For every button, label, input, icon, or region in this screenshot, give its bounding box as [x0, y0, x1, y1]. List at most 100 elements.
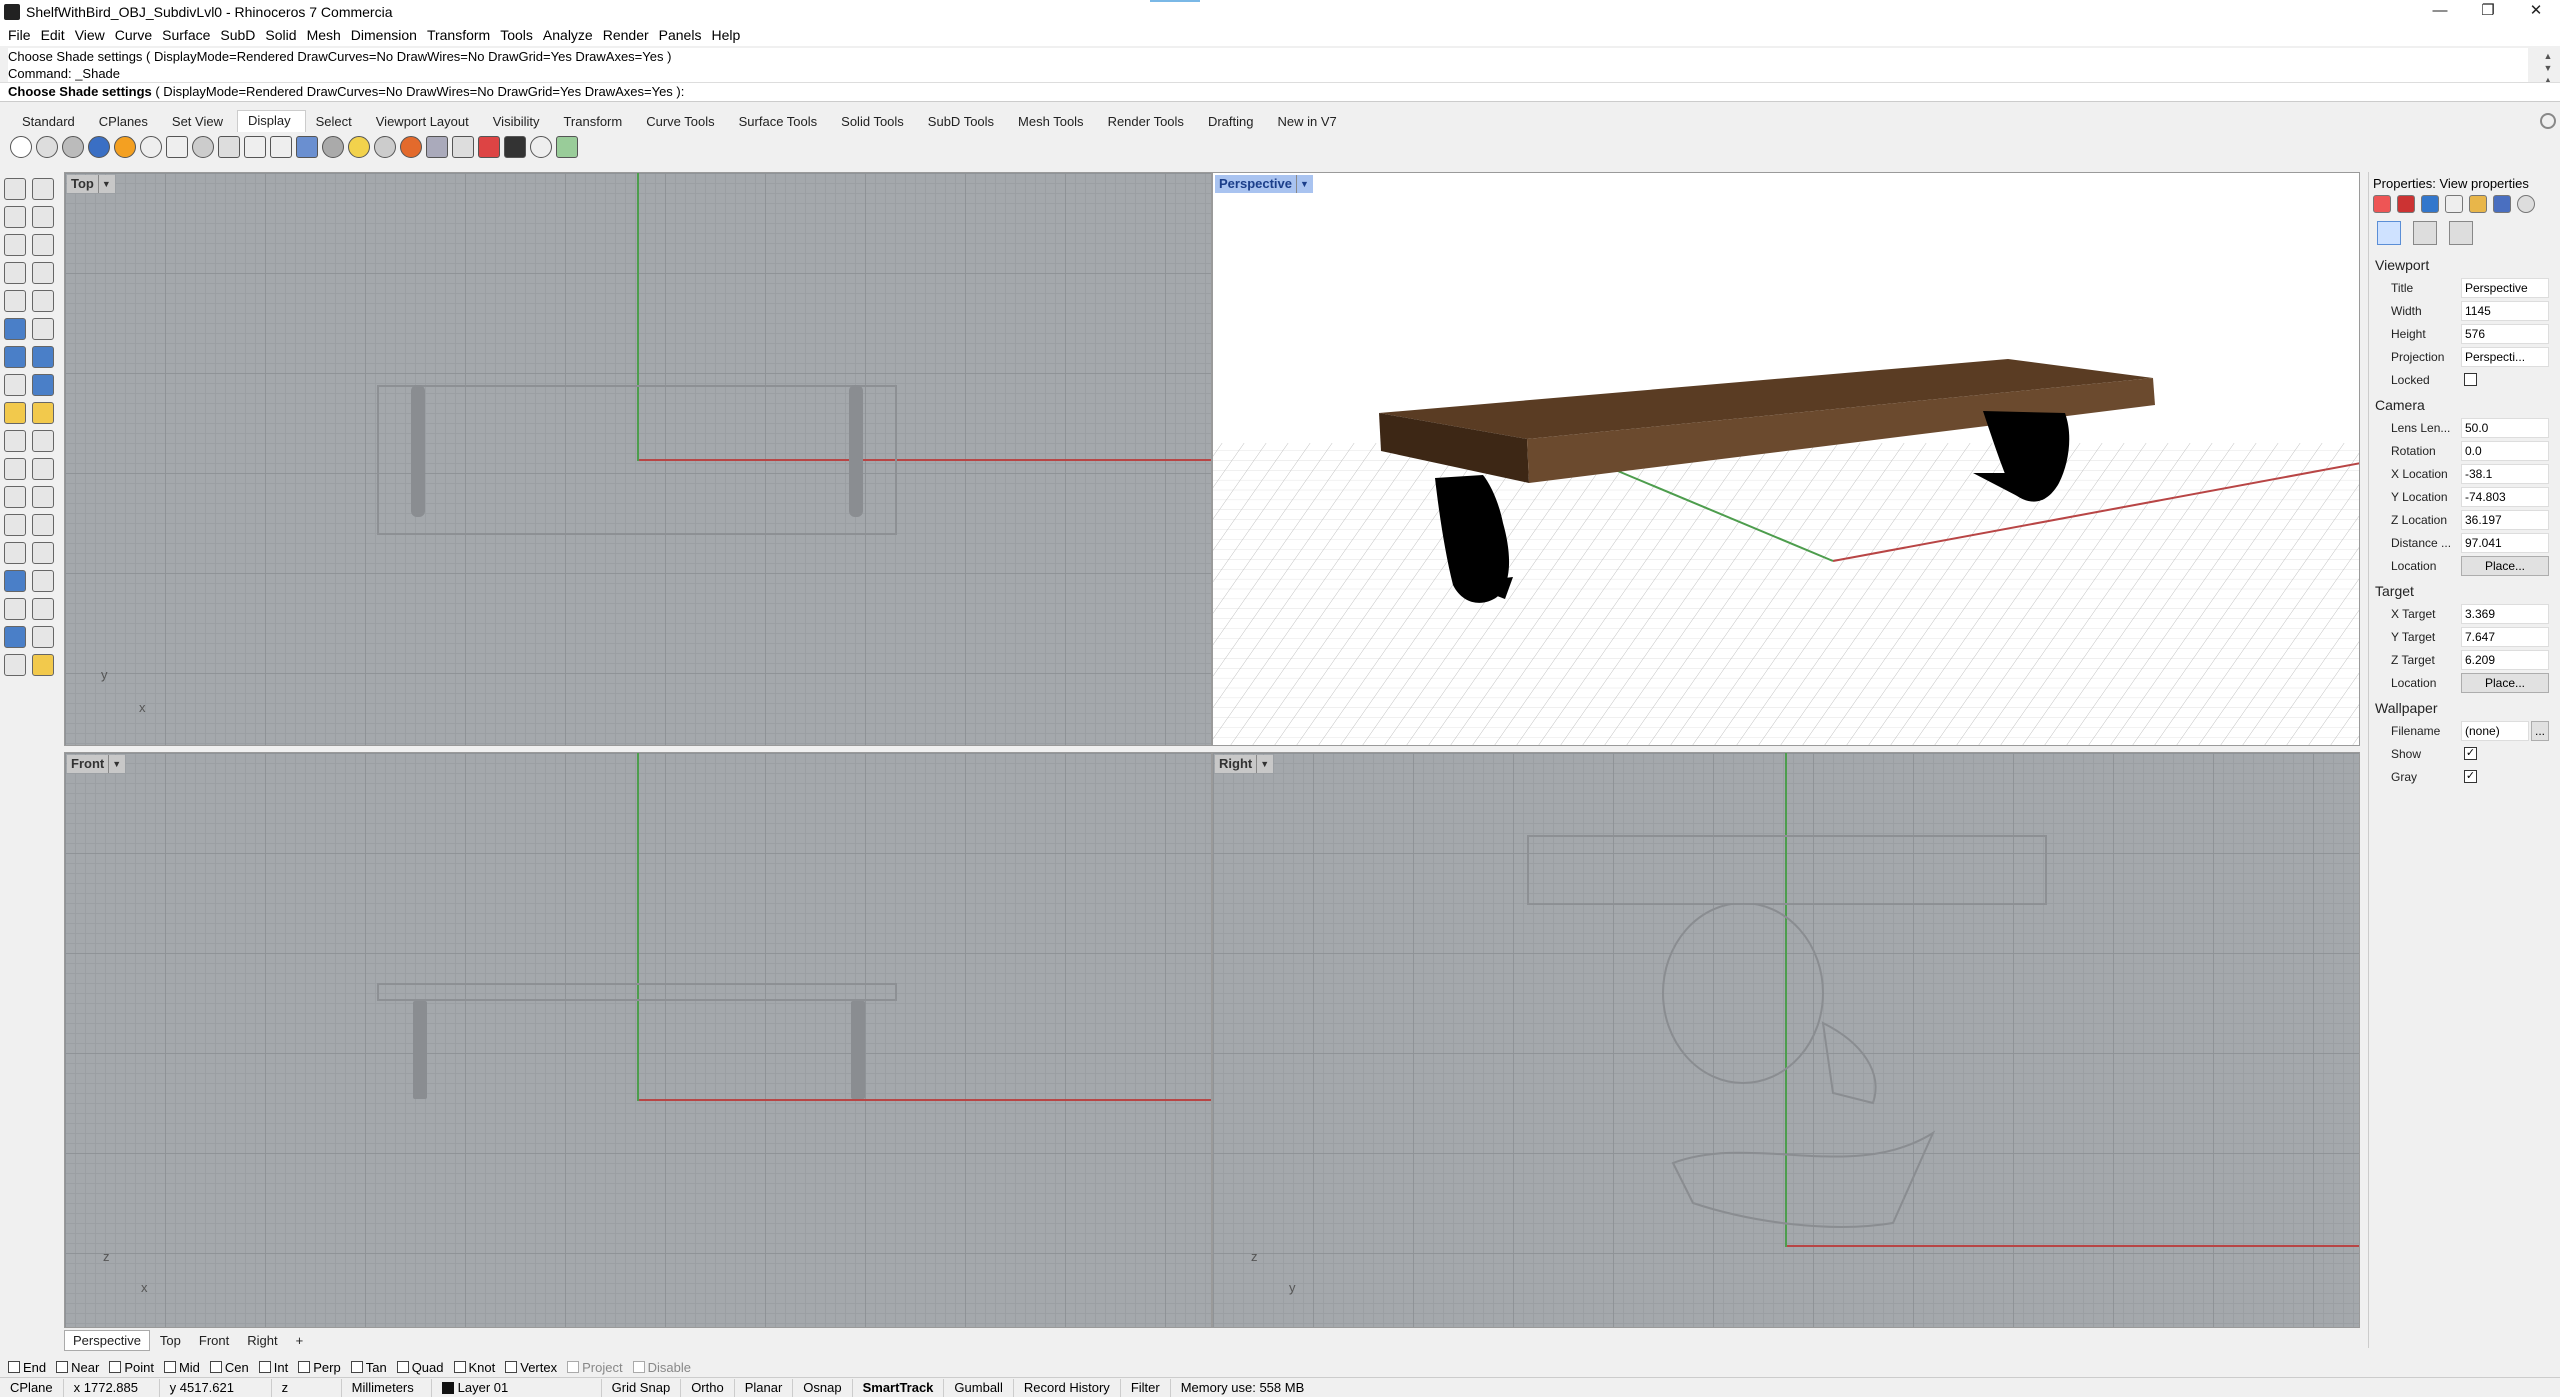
toolbar-gear-icon[interactable]	[2540, 113, 2556, 129]
viewport-perspective[interactable]: Perspective ▼	[1212, 172, 2360, 746]
chevron-down-icon[interactable]: ▼	[1256, 755, 1269, 773]
checkbox[interactable]	[56, 1361, 69, 1373]
dimension-icon[interactable]	[32, 570, 54, 592]
material-icon[interactable]	[374, 136, 396, 158]
tab-curve-tools[interactable]: Curve Tools	[636, 114, 728, 129]
mirror-icon[interactable]	[32, 598, 54, 620]
title-field[interactable]: Perspective	[2461, 277, 2549, 298]
tab-select[interactable]: Select	[306, 114, 366, 129]
render-tool-icon[interactable]	[4, 654, 26, 676]
y-target-field[interactable]: 7.647	[2461, 626, 2549, 647]
tab-standard[interactable]: Standard	[12, 114, 89, 129]
minimize-button[interactable]: —	[2416, 0, 2464, 24]
osnap-int[interactable]: Int	[258, 1360, 288, 1375]
clipping-plane-icon[interactable]	[478, 136, 500, 158]
surface-icon[interactable]	[4, 318, 26, 340]
render-icon[interactable]	[2421, 195, 2439, 213]
menu-surface[interactable]: Surface	[160, 27, 218, 43]
frame-page-icon[interactable]	[2449, 221, 2473, 245]
osnap-cen[interactable]: Cen	[209, 1360, 249, 1375]
menu-view[interactable]: View	[73, 27, 113, 43]
monitor-icon[interactable]	[504, 136, 526, 158]
vptab-front[interactable]: Front	[191, 1331, 237, 1350]
height-field[interactable]: 576	[2461, 323, 2549, 344]
tab-new-in-v7[interactable]: New in V7	[1267, 114, 1350, 129]
revolve-icon[interactable]	[32, 318, 54, 340]
osnap-project[interactable]: Project	[567, 1360, 623, 1375]
split-icon[interactable]	[32, 430, 54, 452]
osnap-point[interactable]: Point	[109, 1360, 154, 1375]
move-icon[interactable]	[32, 514, 54, 536]
menu-solid[interactable]: Solid	[263, 27, 304, 43]
osnap-quad[interactable]: Quad	[396, 1360, 444, 1375]
text-icon[interactable]	[4, 514, 26, 536]
checkbox[interactable]	[505, 1361, 518, 1373]
help-icon[interactable]	[2517, 195, 2535, 213]
checkbox[interactable]	[258, 1361, 271, 1373]
checkbox[interactable]	[453, 1361, 466, 1373]
rectangle-icon[interactable]	[32, 262, 54, 284]
check-icon[interactable]	[32, 626, 54, 648]
tab-render-tools[interactable]: Render Tools	[1098, 114, 1198, 129]
sphere-icon[interactable]	[32, 346, 54, 368]
menu-tools[interactable]: Tools	[498, 27, 541, 43]
tab-subd-tools[interactable]: SubD Tools	[918, 114, 1008, 129]
vptab-right[interactable]: Right	[239, 1331, 285, 1350]
smarttrack-toggle[interactable]: SmartTrack	[853, 1378, 945, 1397]
tab-solid-tools[interactable]: Solid Tools	[831, 114, 918, 129]
offset-icon[interactable]	[4, 486, 26, 508]
environment-icon[interactable]	[400, 136, 422, 158]
wireframe-icon[interactable]	[10, 136, 32, 158]
display-options-icon[interactable]	[296, 136, 318, 158]
place-target-button[interactable]: Place...	[2461, 672, 2549, 693]
menu-panels[interactable]: Panels	[657, 27, 710, 43]
viewport-label-front[interactable]: Front ▼	[67, 755, 126, 773]
tab-mesh-tools[interactable]: Mesh Tools	[1008, 114, 1098, 129]
maximize-button[interactable]: ❐	[2464, 0, 2512, 24]
osnap-disable[interactable]: Disable	[632, 1360, 691, 1375]
materials-icon[interactable]	[2445, 195, 2463, 213]
shelf-outline[interactable]	[1527, 835, 2047, 905]
checkbox[interactable]	[109, 1361, 122, 1373]
prompt-options[interactable]: ( DisplayMode=Rendered DrawCurves=No Dra…	[152, 84, 684, 99]
locked-checkbox[interactable]	[2464, 373, 2477, 386]
shaded-icon[interactable]	[36, 136, 58, 158]
scale-icon[interactable]	[4, 570, 26, 592]
checkbox[interactable]	[567, 1361, 580, 1373]
x-target-field[interactable]: 3.369	[2461, 603, 2549, 624]
circle-icon[interactable]	[4, 234, 26, 256]
menu-subd[interactable]: SubD	[218, 27, 263, 43]
menu-dimension[interactable]: Dimension	[349, 27, 425, 43]
rotate-icon[interactable]	[32, 542, 54, 564]
chevron-down-icon[interactable]: ▼	[1296, 175, 1309, 193]
viewport-label-perspective[interactable]: Perspective ▼	[1215, 175, 1313, 193]
lens-field[interactable]: 50.0	[2461, 417, 2549, 438]
artistic-icon[interactable]	[166, 136, 188, 158]
tab-surface-tools[interactable]: Surface Tools	[729, 114, 832, 129]
checkbox[interactable]	[209, 1361, 222, 1373]
ellipse-icon[interactable]	[4, 290, 26, 312]
shelf-bracket[interactable]	[851, 1001, 865, 1099]
ghosted-icon[interactable]	[88, 136, 110, 158]
pen-icon[interactable]	[192, 136, 214, 158]
viewport-right[interactable]: z y Right ▼	[1212, 752, 2360, 1328]
box-icon[interactable]	[4, 346, 26, 368]
checkbox[interactable]	[632, 1361, 645, 1373]
checkbox[interactable]	[8, 1361, 20, 1373]
menu-mesh[interactable]: Mesh	[305, 27, 349, 43]
shelf-bracket[interactable]	[411, 385, 425, 517]
curve-icon[interactable]	[32, 206, 54, 228]
checkbox[interactable]	[396, 1361, 409, 1373]
osnap-end[interactable]: End	[8, 1360, 46, 1375]
tools-page-icon[interactable]	[2413, 221, 2437, 245]
rendered-icon[interactable]	[62, 136, 84, 158]
point-icon[interactable]	[32, 178, 54, 200]
camera-icon[interactable]	[426, 136, 448, 158]
command-prompt[interactable]: Choose Shade settings ( DisplayMode=Rend…	[0, 82, 2560, 102]
menu-analyze[interactable]: Analyze	[541, 27, 601, 43]
analyze-icon[interactable]	[4, 626, 26, 648]
tab-display[interactable]: Display	[236, 110, 306, 132]
browse-button[interactable]: ...	[2531, 720, 2549, 741]
explode-icon[interactable]	[32, 458, 54, 480]
tab-drafting[interactable]: Drafting	[1198, 114, 1268, 129]
